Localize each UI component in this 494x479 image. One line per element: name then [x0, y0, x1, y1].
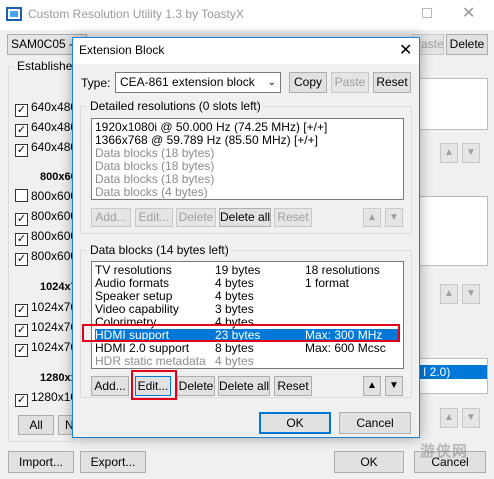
res-checkbox-row[interactable]: 640x480 [15, 100, 77, 117]
blk-reset-button[interactable]: Reset [274, 376, 312, 396]
checkbox-icon[interactable] [15, 124, 28, 137]
detailed-resolution-item[interactable]: Data blocks (4 bytes) [95, 186, 400, 199]
data-block-info: 1 format [305, 276, 350, 290]
dialog-cancel-button[interactable]: Cancel [339, 412, 411, 434]
highlight-box [82, 324, 400, 342]
det-edit-button[interactable]: Edit... [135, 208, 173, 227]
blk-delete-button[interactable]: Delete [177, 376, 215, 396]
res-checkbox-row[interactable]: 800x600 [15, 249, 77, 266]
up-arrow-icon[interactable]: ▲ [440, 143, 458, 163]
right-panel-2 [412, 196, 488, 266]
main-delete-button[interactable]: Delete [446, 34, 488, 55]
copy-button[interactable]: Copy [289, 72, 327, 93]
blk-down-arrow-icon[interactable]: ▼ [385, 376, 403, 396]
checkbox-icon[interactable] [15, 104, 28, 117]
type-select[interactable]: CEA-861 extension block ⌄ [115, 72, 281, 93]
dialog-title: Extension Block [79, 43, 165, 57]
res-checkbox-row[interactable]: 800x600 [15, 189, 77, 203]
type-label: Type: [81, 76, 111, 90]
checkbox-icon[interactable] [15, 394, 28, 407]
extension-block-dialog: Extension Block ✕ Type: CEA-861 extensio… [72, 37, 420, 438]
up-arrow-icon[interactable]: ▲ [440, 408, 458, 428]
right-panel-1 [412, 78, 488, 130]
data-block-item[interactable]: HDR static metadata 4 bytes [95, 355, 400, 368]
up-arrow-icon[interactable]: ▲ [440, 284, 458, 304]
det-delete-all-button[interactable]: Delete all [219, 208, 271, 227]
data-blocks-title: Data blocks (14 bytes left) [87, 243, 232, 257]
det-add-button[interactable]: Add... [91, 208, 131, 227]
close-icon[interactable]: ✕ [462, 3, 475, 23]
blk-add-button[interactable]: Add... [91, 376, 129, 396]
checkbox-icon[interactable] [15, 324, 28, 337]
down-arrow-icon[interactable]: ▼ [462, 284, 480, 304]
det-up-arrow-icon[interactable]: ▲ [363, 208, 381, 227]
reset-button[interactable]: Reset [373, 72, 411, 93]
res-checkbox-row[interactable]: 1024x76 [15, 300, 77, 317]
checkbox-icon[interactable] [15, 253, 28, 266]
det-delete-button[interactable]: Delete [176, 208, 216, 227]
edit-highlight-box [131, 370, 177, 400]
checkbox-icon[interactable] [15, 213, 28, 226]
main-title-bar: Custom Resolution Utility 1.3 by ToastyX… [0, 0, 494, 30]
res-checkbox-row[interactable]: 1280x10 [15, 390, 77, 407]
down-arrow-icon[interactable]: ▼ [462, 408, 480, 428]
res-checkbox-row[interactable]: 800x600 [15, 209, 77, 226]
det-down-arrow-icon[interactable]: ▼ [385, 208, 403, 227]
main-ok-button[interactable]: OK [334, 451, 404, 473]
checkbox-icon[interactable] [15, 189, 28, 202]
res-checkbox-row[interactable]: 1024x76 [15, 320, 77, 337]
det-reset-button[interactable]: Reset [274, 208, 312, 227]
data-block-size: 4 bytes [215, 354, 254, 368]
app-icon [6, 7, 22, 21]
dialog-title-bar: Extension Block ✕ [73, 38, 419, 64]
detailed-resolutions-list[interactable]: 1920x1080i @ 50.000 Hz (74.25 MHz) [+/+]… [91, 118, 404, 200]
blk-delete-all-button[interactable]: Delete all [218, 376, 270, 396]
res-checkbox-row[interactable]: 640x480 [15, 120, 77, 137]
data-blocks-list[interactable]: TV resolutions 19 bytes 18 resolutions Audi… [91, 261, 404, 369]
restore-icon[interactable] [422, 8, 432, 18]
paste-button[interactable]: Paste [331, 72, 369, 93]
down-arrow-icon[interactable]: ▼ [462, 143, 480, 163]
detailed-resolution-text: Data blocks (4 bytes) [95, 185, 208, 199]
watermark-logo: 游侠网 [420, 443, 469, 460]
detailed-resolutions-title: Detailed resolutions (0 slots left) [87, 99, 264, 113]
checkbox-icon[interactable] [15, 304, 28, 317]
data-block-name: HDR static metadata [95, 354, 206, 368]
res-checkbox-row[interactable]: 640x480 [15, 140, 77, 157]
checkbox-icon[interactable] [15, 144, 28, 157]
blk-up-arrow-icon[interactable]: ▲ [363, 376, 381, 396]
checkbox-icon[interactable] [15, 344, 28, 357]
res-checkbox-row[interactable]: 800x600 [15, 229, 77, 246]
right-selected-item[interactable]: I 2.0) [413, 365, 487, 379]
import-button[interactable]: Import... [8, 451, 74, 473]
type-value: CEA-861 extension block [120, 75, 255, 89]
main-title: Custom Resolution Utility 1.3 by ToastyX [28, 7, 244, 21]
export-button[interactable]: Export... [80, 451, 146, 473]
all-button[interactable]: All [18, 415, 54, 435]
res-checkbox-row[interactable]: 1024x76 [15, 340, 77, 357]
chevron-down-icon: ⌄ [267, 77, 276, 88]
right-panel-3: I 2.0) [412, 358, 488, 394]
data-block-info: Max: 600 Mcsc [305, 341, 386, 355]
dialog-close-icon[interactable]: ✕ [399, 40, 412, 60]
checkbox-icon[interactable] [15, 233, 28, 246]
dialog-ok-button[interactable]: OK [259, 412, 331, 434]
